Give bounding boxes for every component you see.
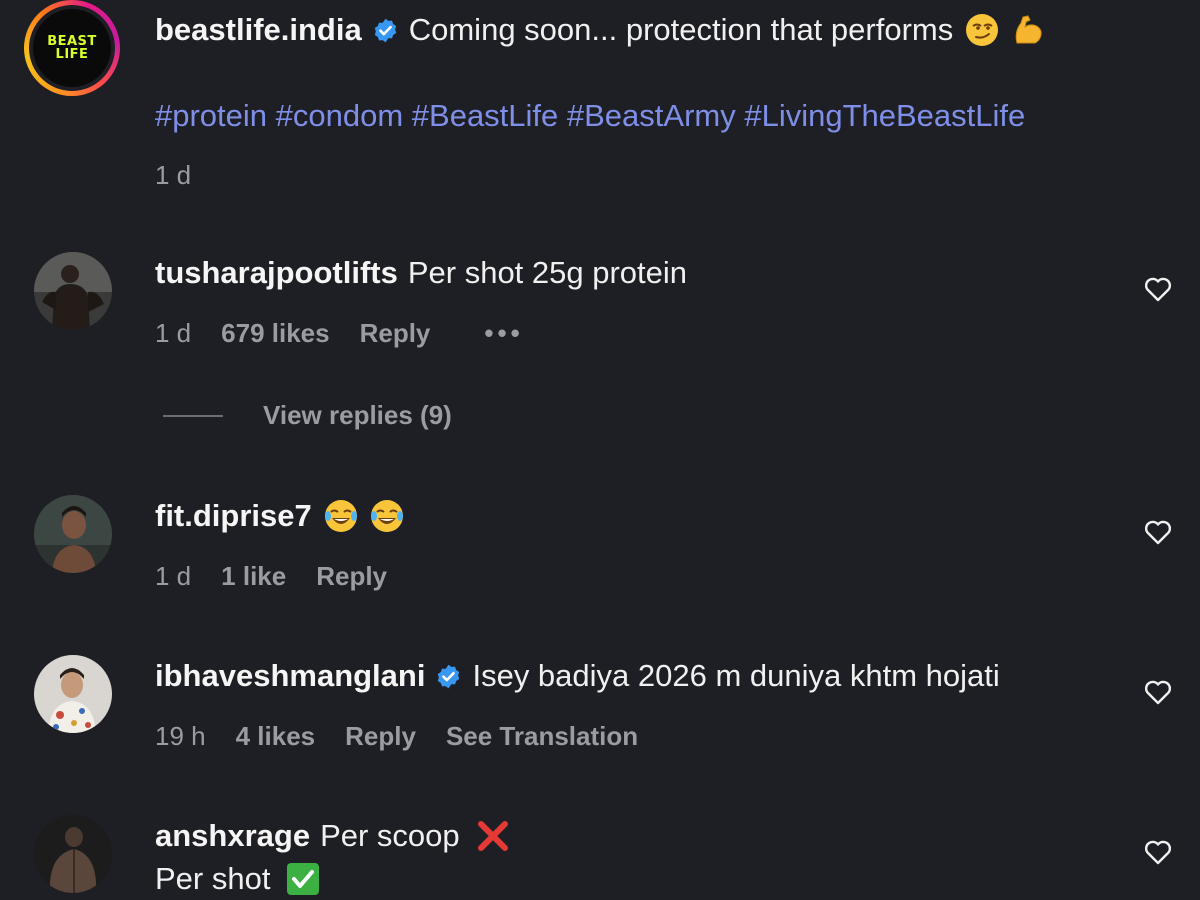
cross-mark-icon: [477, 821, 508, 851]
more-options-icon[interactable]: •••: [484, 318, 523, 349]
comment-meta: 19 h 4 likes Reply See Translation: [155, 721, 668, 752]
brand-avatar[interactable]: BEAST LIFE: [24, 0, 120, 96]
smirking-face-icon: [966, 14, 999, 46]
brand-logo: BEAST LIFE: [33, 9, 111, 87]
face-with-tears-of-joy-icon: [370, 500, 403, 532]
comment-text: Per scoop: [320, 818, 460, 853]
avatar[interactable]: [34, 252, 112, 330]
comment-username[interactable]: fit.diprise7: [155, 498, 312, 534]
comment-time: 1 d: [155, 561, 192, 591]
reply-button[interactable]: Reply: [360, 318, 431, 349]
caption-hashtags[interactable]: #protein #condom #BeastLife #BeastArmy #…: [155, 98, 1025, 134]
avatar[interactable]: [34, 495, 112, 573]
like-heart-icon[interactable]: [1143, 275, 1173, 303]
view-replies-label: View replies (9): [263, 400, 452, 430]
comment-line: ibhaveshmanglani Isey badiya 2026 m duni…: [155, 658, 1000, 694]
comment-text: Per shot 25g protein: [407, 255, 688, 290]
face-with-tears-of-joy-icon: [324, 500, 357, 532]
flexed-biceps-icon: [1015, 15, 1042, 44]
caption-text: Coming soon... protection that performs: [408, 12, 954, 47]
avatar[interactable]: [34, 815, 112, 893]
verified-badge-icon: [374, 18, 396, 42]
like-count[interactable]: 1 like: [221, 561, 286, 592]
like-count[interactable]: 4 likes: [236, 721, 316, 752]
view-replies-button[interactable]: View replies (9): [163, 400, 452, 431]
reply-button[interactable]: Reply: [316, 561, 387, 592]
comment-username[interactable]: tusharajpootlifts: [155, 255, 398, 291]
comments-feed: BEAST LIFE beastlife.india Coming soon..…: [0, 0, 1200, 900]
comment-time: 1 d: [155, 318, 192, 348]
see-translation-button[interactable]: See Translation: [446, 721, 638, 752]
comment-text: Isey badiya 2026 m duniya khtm hojati: [472, 658, 1000, 693]
caption-time: 1 d: [155, 160, 192, 190]
like-heart-icon[interactable]: [1143, 518, 1173, 546]
comment-line: fit.diprise7: [155, 498, 404, 534]
verified-badge-icon: [438, 664, 460, 688]
like-heart-icon[interactable]: [1143, 678, 1173, 706]
caption-meta: 1 d: [155, 160, 221, 191]
comment-meta: 1 d 1 like Reply: [155, 561, 417, 592]
reply-button[interactable]: Reply: [345, 721, 416, 752]
like-heart-icon[interactable]: [1143, 838, 1173, 866]
replies-divider: [163, 414, 223, 417]
caption-username[interactable]: beastlife.india: [155, 12, 362, 48]
comment-meta: 1 d 679 likes Reply •••: [155, 318, 554, 349]
comment-line: tusharajpootlifts Per shot 25g protein: [155, 255, 687, 291]
avatar[interactable]: [34, 655, 112, 733]
caption-line: beastlife.india Coming soon... protectio…: [155, 12, 1045, 48]
like-count[interactable]: 679 likes: [221, 318, 329, 349]
comment-username[interactable]: ibhaveshmanglani: [155, 658, 425, 694]
comment-line: anshxrage Per scoop: [155, 818, 510, 854]
check-mark-button-icon: [287, 863, 320, 895]
comment-line-2: Per shot: [155, 861, 320, 897]
comment-time: 19 h: [155, 721, 206, 751]
comment-username[interactable]: anshxrage: [155, 818, 310, 854]
comment-text-2: Per shot: [155, 861, 271, 896]
